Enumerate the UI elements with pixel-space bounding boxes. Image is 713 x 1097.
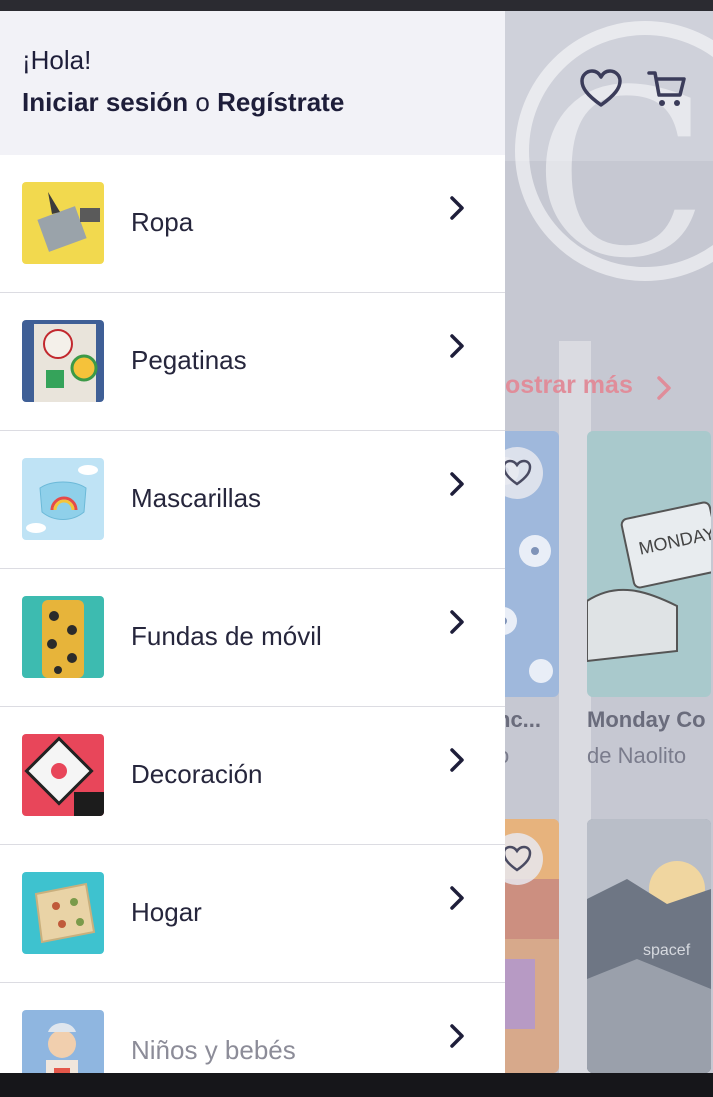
chevron-right-icon: [450, 610, 464, 634]
chevron-right-icon: [450, 1024, 464, 1048]
masks-thumbnail: [22, 458, 104, 540]
clothing-thumbnail: [22, 182, 104, 264]
category-label: Mascarillas: [131, 483, 262, 513]
decor-thumbnail: [22, 734, 104, 816]
product-card[interactable]: spacef: [587, 819, 711, 1073]
category-label: Decoración: [131, 759, 263, 789]
product-artist: o: [505, 743, 509, 769]
chevron-right-icon: [657, 376, 671, 400]
category-list: Ropa Pegatinas Mascarillas Fundas de móv…: [0, 155, 505, 1073]
chevron-right-icon: [450, 886, 464, 910]
category-label: Ropa: [131, 207, 194, 237]
category-label: Niños y bebés: [131, 1035, 296, 1065]
category-label: Fundas de móvil: [131, 621, 322, 651]
chevron-right-icon: [450, 472, 464, 496]
status-bar: [0, 0, 713, 11]
heart-icon: [505, 845, 532, 872]
greeting-text: ¡Hola!: [22, 45, 92, 75]
heart-icon[interactable]: [579, 69, 623, 109]
register-link[interactable]: Regístrate: [217, 87, 344, 117]
category-item-decoracion[interactable]: Decoración: [0, 707, 505, 845]
product-title: nc...: [505, 707, 542, 732]
heart-icon: [505, 459, 532, 486]
product-artist: de Naolito: [587, 743, 687, 768]
favorite-button[interactable]: [505, 447, 543, 499]
login-link[interactable]: Iniciar sesión: [22, 87, 188, 117]
kids-thumbnail: [22, 1010, 104, 1073]
category-item-hogar[interactable]: Hogar: [0, 845, 505, 983]
auth-connector: o: [195, 87, 210, 117]
navigation-drawer: ¡Hola! Iniciar sesión o Regístrate Ropa …: [0, 11, 505, 1073]
category-item-ninos[interactable]: Niños y bebés: [0, 983, 505, 1073]
category-item-ropa[interactable]: Ropa: [0, 155, 505, 293]
category-label: Hogar: [131, 897, 202, 927]
chevron-right-icon: [450, 748, 464, 772]
category-item-fundas[interactable]: Fundas de móvil: [0, 569, 505, 707]
home-thumbnail: [22, 872, 104, 954]
watermark-text: spacef: [643, 942, 691, 959]
sunset-landscape-image: spacef: [587, 819, 711, 1073]
category-item-pegatinas[interactable]: Pegatinas: [0, 293, 505, 431]
drawer-header: ¡Hola! Iniciar sesión o Regístrate: [0, 11, 505, 155]
product-card[interactable]: MONDAY: [587, 431, 711, 697]
cart-icon[interactable]: [647, 69, 687, 109]
show-more-link[interactable]: ostrar más: [505, 371, 633, 400]
favorite-button[interactable]: [505, 833, 543, 885]
category-label: Pegatinas: [131, 345, 247, 375]
background-page[interactable]: C ostrar más MONDAY c... Monday Co de Na…: [505, 11, 713, 1073]
stickers-thumbnail: [22, 320, 104, 402]
monday-cartoon-image: MONDAY: [587, 501, 711, 663]
auth-links: Iniciar sesión o Regístrate: [22, 87, 344, 118]
system-navigation-bar: [0, 1073, 713, 1097]
chevron-right-icon: [450, 196, 464, 220]
chevron-right-icon: [450, 334, 464, 358]
category-item-mascarillas[interactable]: Mascarillas: [0, 431, 505, 569]
phone-cases-thumbnail: [22, 596, 104, 678]
product-title: Monday Co: [587, 707, 706, 732]
app-screen: C ostrar más MONDAY c... Monday Co de Na…: [0, 0, 713, 1097]
